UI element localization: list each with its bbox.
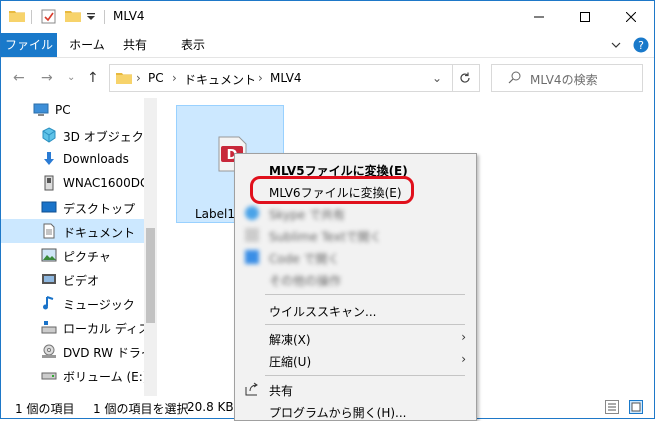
menu-item-virus-scan[interactable]: ウイルススキャン... (235, 299, 476, 321)
search-icon (508, 71, 521, 84)
skype-icon (245, 206, 259, 220)
documents-icon (43, 223, 55, 239)
nav-item-dvd-drive[interactable]: DVD RW ドライブ (1, 339, 157, 363)
3d-objects-icon (42, 127, 56, 143)
nav-item-3d-objects[interactable]: 3D オブジェクト (1, 123, 156, 147)
music-icon (43, 296, 54, 310)
expand-ribbon-icon[interactable] (611, 40, 621, 50)
minimize-button[interactable] (516, 1, 562, 33)
svg-text:?: ? (638, 39, 644, 52)
pictures-icon (41, 248, 57, 262)
title-bar: MLV4 (1, 1, 654, 33)
tab-view[interactable]: 表示 (173, 33, 213, 57)
code-icon (245, 250, 259, 264)
nav-item-pictures[interactable]: ピクチャ (1, 243, 144, 267)
chevron-right-icon: › (258, 71, 263, 85)
tab-file[interactable]: ファイル (1, 33, 57, 57)
tab-home[interactable]: ホーム (65, 33, 109, 57)
search-box[interactable]: MLV4の検索 (491, 64, 643, 92)
menu-item-compress[interactable]: 圧縮(U) › (235, 349, 476, 371)
highlight-annotation (250, 176, 414, 204)
nav-item-volume-e[interactable]: ボリューム (E:) (1, 363, 147, 387)
maximize-button[interactable] (562, 1, 608, 33)
close-button[interactable] (608, 1, 654, 33)
nav-item-music[interactable]: ミュージック (1, 291, 144, 315)
selection-count: 1 個の項目を選択 (93, 402, 189, 416)
videos-icon (42, 274, 56, 284)
breadcrumb-documents[interactable]: ドキュメント (184, 71, 256, 88)
nav-scrollbar[interactable] (144, 98, 157, 396)
dvd-drive-icon (42, 344, 56, 358)
menu-item-blurred-1[interactable]: Skype で共有 (235, 202, 476, 224)
menu-item-blurred-4[interactable]: その他の操作 (235, 268, 476, 290)
minimize-icon (534, 16, 544, 18)
maximize-icon (580, 12, 590, 22)
ribbon-tabs: ファイル ホーム 共有 表示 ? (1, 33, 654, 58)
downloads-icon (44, 152, 54, 165)
new-folder-icon[interactable] (65, 9, 81, 22)
properties-icon[interactable] (41, 9, 56, 24)
folder-icon (9, 11, 25, 22)
breadcrumb-mlv4[interactable]: MLV4 (270, 71, 302, 85)
menu-item-share[interactable]: 共有 (235, 378, 476, 400)
menu-item-blurred-2[interactable]: Sublime Textで開く (235, 224, 476, 246)
menu-item-extract[interactable]: 解凍(X) › (235, 327, 476, 349)
address-bar[interactable]: › PC › ドキュメント › MLV4 ⌄ (109, 64, 453, 92)
chevron-right-icon: › (172, 71, 177, 85)
nav-item-downloads[interactable]: Downloads (1, 147, 144, 171)
back-icon[interactable]: ← (13, 70, 25, 86)
recent-locations-icon[interactable]: ⌄ (67, 72, 75, 83)
chevron-right-icon: › (461, 330, 466, 344)
customize-toolbar-icon[interactable] (87, 13, 95, 21)
chevron-right-icon: › (136, 71, 141, 85)
refresh-button[interactable] (451, 64, 480, 92)
chevron-right-icon: › (461, 352, 466, 366)
menu-item-blurred-3[interactable]: Code で開く (235, 246, 476, 268)
nav-item-local-disk[interactable]: ローカル ディスク (C:) (1, 315, 157, 339)
nav-item-documents[interactable]: ドキュメント (1, 219, 144, 243)
file-name: Label1. (195, 207, 239, 221)
menu-separator (265, 324, 465, 325)
local-disk-icon (41, 321, 57, 334)
tab-share[interactable]: 共有 (117, 33, 153, 57)
chevron-down-icon[interactable]: ⌄ (432, 71, 442, 85)
forward-icon[interactable]: → (41, 70, 53, 86)
menu-separator (265, 375, 465, 376)
pc-icon (33, 103, 49, 116)
close-icon (626, 12, 636, 22)
selection-size: 20.8 KB (187, 400, 234, 414)
menu-separator (265, 294, 465, 295)
nav-item-wnac1600dgr[interactable]: WNAC1600DGR (1, 171, 157, 195)
details-view-icon[interactable] (605, 400, 619, 414)
item-count: 1 個の項目 (15, 402, 75, 416)
address-row: ← → ⌄ ↑ › PC › ドキュメント › MLV4 ⌄ MLV4の検索 (1, 58, 654, 98)
share-icon (245, 382, 258, 396)
menu-item-open-with[interactable]: プログラムから開く(H)... (235, 400, 476, 420)
desktop-icon (41, 201, 57, 213)
nav-item-desktop[interactable]: デスクトップ (1, 195, 144, 219)
window-title: MLV4 (113, 9, 145, 23)
navigation-pane: PC 3D オブジェクト Downloads WNAC1600DGR デスクトッ… (1, 98, 157, 396)
nav-item-pc[interactable]: PC (1, 98, 144, 122)
scrollbar-thumb[interactable] (146, 228, 155, 323)
app-icon (245, 228, 259, 242)
divider (31, 10, 32, 24)
breadcrumb-pc[interactable]: PC (148, 71, 164, 85)
divider (104, 10, 105, 24)
folder-icon (116, 73, 132, 84)
nav-item-videos[interactable]: ビデオ (1, 267, 144, 291)
large-icons-view-icon[interactable] (629, 400, 643, 414)
search-placeholder: MLV4の検索 (530, 73, 598, 87)
up-icon[interactable]: ↑ (87, 70, 99, 86)
help-icon[interactable]: ? (633, 37, 649, 53)
volume-icon (41, 372, 57, 380)
device-icon (44, 175, 54, 191)
refresh-icon (460, 72, 470, 83)
